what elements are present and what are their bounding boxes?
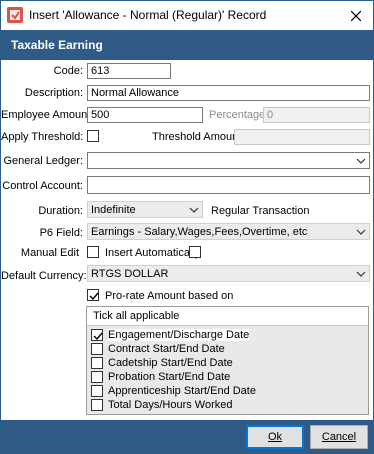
apply-threshold-label: Apply Threshold: [1,131,84,143]
list-item-label: Engagement/Discharge Date [108,329,250,341]
control-account-input[interactable] [87,176,370,194]
threshold-amount-label: Threshold Amount: [152,131,245,143]
insert-automatically-label: Insert Automatically [105,247,201,259]
button-bar: Ok Cancel [1,420,373,454]
control-account-label: Control Account: [2,180,83,192]
title-bar[interactable]: Insert 'Allowance - Normal (Regular)' Re… [1,1,373,30]
cancel-button-label: Cancel [321,431,357,443]
general-ledger-select[interactable] [87,152,370,169]
close-icon [351,10,361,21]
general-ledger-label: General Ledger: [3,155,84,167]
p6-field-label: P6 Field: [39,227,83,239]
list-item-label: Cadetship Start/End Date [108,357,233,369]
ok-button[interactable]: Ok [246,425,304,449]
section-header: Taxable Earning [1,30,373,60]
default-currency-label: Default Currency: [1,270,87,282]
app-icon [7,7,23,23]
form-content: Code: 613 Description: Normal Allowance … [1,60,373,420]
apprenticeship-checkbox[interactable] [91,385,103,397]
code-input[interactable]: 613 [87,63,171,79]
p6-field-select[interactable]: Earnings - Salary,Wages,Fees,Overtime, e… [87,223,370,240]
p6-field-value: Earnings - Salary,Wages,Fees,Overtime, e… [91,226,308,238]
probation-checkbox[interactable] [91,371,103,383]
default-currency-value: RTGS DOLLAR [91,268,169,280]
cadetship-checkbox[interactable] [91,357,103,369]
window-title: Insert 'Allowance - Normal (Regular)' Re… [29,8,267,22]
employee-amount-input[interactable]: 500 [87,107,203,123]
prorate-checkbox[interactable] [87,289,99,301]
list-header-text: Tick all applicable [93,310,180,322]
check-icon [89,292,99,301]
chevron-down-icon [356,271,366,277]
chevron-down-icon [356,229,366,235]
duration-label: Duration: [38,205,83,217]
chevron-down-icon [356,158,366,164]
prorate-options-list: Tick all applicable Engagement/Discharge… [86,306,369,415]
manual-edit-checkbox[interactable] [87,246,99,258]
default-currency-select[interactable]: RTGS DOLLAR [87,265,370,282]
total-days-checkbox[interactable] [91,399,103,411]
regular-transaction-label: Regular Transaction [211,205,310,217]
list-item-label: Apprenticeship Start/End Date [108,385,256,397]
percentage-input[interactable]: 0 [263,107,370,123]
description-input[interactable]: Normal Allowance [87,85,370,101]
list-item-label: Contract Start/End Date [108,343,225,355]
insert-automatically-checkbox[interactable] [189,246,201,258]
chevron-down-icon [189,207,199,213]
cancel-button[interactable]: Cancel [310,425,368,449]
employee-amount-label: Employee Amount: [1,109,94,121]
engagement-checkbox[interactable] [91,329,103,341]
contract-checkbox[interactable] [91,343,103,355]
description-label: Description: [24,87,83,99]
prorate-label: Pro-rate Amount based on [105,290,234,302]
section-title: Taxable Earning [11,38,103,52]
manual-edit-label: Manual Edit [20,247,79,259]
code-label: Code: [53,65,83,77]
threshold-amount-input[interactable] [234,129,370,145]
dialog-window: Insert 'Allowance - Normal (Regular)' Re… [0,0,374,454]
list-header: Tick all applicable [87,307,368,326]
duration-select[interactable]: Indefinite [87,201,203,218]
duration-value: Indefinite [91,204,136,216]
percentage-label: Percentage: [209,109,269,121]
apply-threshold-checkbox[interactable] [87,130,99,142]
check-icon [93,332,103,341]
list-item-label: Probation Start/End Date [108,371,231,383]
list-item-label: Total Days/Hours Worked [108,399,233,411]
ok-button-label: Ok [267,431,283,443]
close-button[interactable] [339,1,373,30]
